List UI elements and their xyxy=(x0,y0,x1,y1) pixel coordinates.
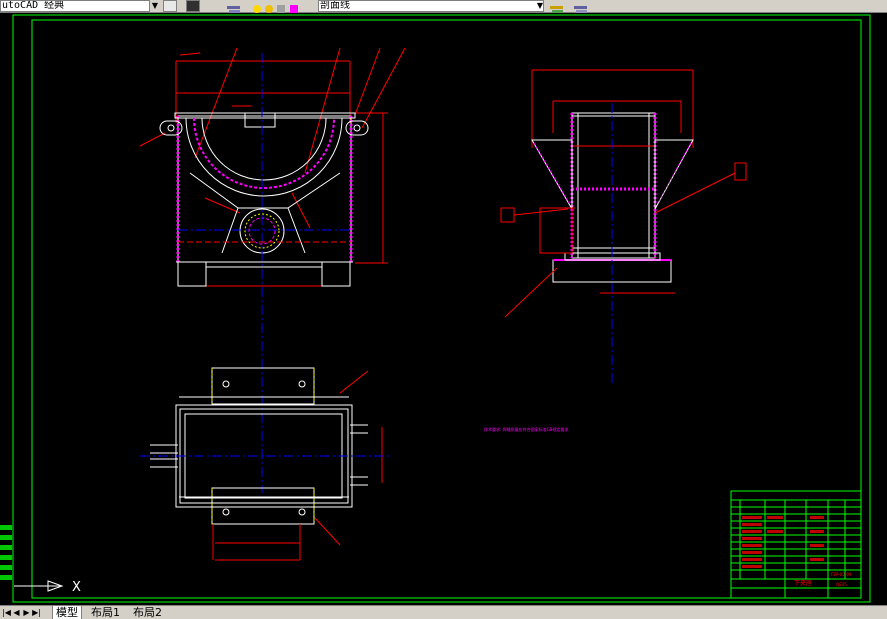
inner-frame xyxy=(31,19,862,599)
layer-manager-icon[interactable] xyxy=(226,0,242,13)
workspace-select[interactable]: utoCAD 经典 xyxy=(0,0,150,12)
next-tab-icon[interactable]: ▶ xyxy=(22,607,31,618)
layer-select[interactable]: 剖面线 xyxy=(318,0,544,12)
top-view xyxy=(140,367,390,561)
side-view xyxy=(500,69,747,383)
technical-note: 技术要求: 焊缝质量应符合国家标准GB规定要求 xyxy=(484,426,568,432)
title-block-material: Q235 xyxy=(836,582,847,587)
title-block: 下夹座 FZP-02-09 Q235 xyxy=(730,490,862,599)
layer-value: 剖面线 xyxy=(320,0,350,11)
workspace-value: utoCAD 经典 xyxy=(2,0,65,11)
layout-tab-bar: |◀ ◀ ▶ ▶| 模型 布局1 布局2 xyxy=(0,605,887,619)
ucs-icon: X xyxy=(14,580,81,595)
title-block-code: FZP-02-09 xyxy=(831,572,852,577)
first-tab-icon[interactable]: |◀ xyxy=(2,607,11,618)
lock-icon xyxy=(277,5,285,13)
last-tab-icon[interactable]: ▶| xyxy=(32,607,41,618)
toolbar: utoCAD 经典 ▼ 剖面线 ▼ xyxy=(0,0,887,13)
light-bulb-icon xyxy=(253,5,261,13)
drawing-canvas[interactable]: 技术要求: 焊缝质量应符合国家标准GB规定要求 下夹座 FZP-02-09 Q2… xyxy=(0,13,887,605)
make-current-layer-icon[interactable] xyxy=(548,0,566,13)
color-swatch-icon xyxy=(290,5,298,13)
tab-layout-2[interactable]: 布局2 xyxy=(130,606,165,619)
workspace-settings-icon[interactable] xyxy=(163,0,177,12)
workspace-save-icon[interactable] xyxy=(186,0,200,12)
sun-icon xyxy=(265,5,273,13)
layer-state-icons[interactable] xyxy=(252,0,312,13)
tab-layout-1[interactable]: 布局1 xyxy=(88,606,123,619)
layer-dropdown-icon[interactable]: ▼ xyxy=(535,0,545,12)
layer-previous-icon[interactable] xyxy=(572,0,590,13)
tab-model[interactable]: 模型 xyxy=(52,606,82,619)
cad-drawing: 技术要求: 焊缝质量应符合国家标准GB规定要求 下夹座 FZP-02-09 Q2… xyxy=(12,14,871,603)
title-block-name: 下夹座 xyxy=(794,579,812,587)
ucs-x-label: X xyxy=(72,580,81,595)
previous-tab-icon[interactable]: ◀ xyxy=(12,607,21,618)
workspace-dropdown-icon[interactable]: ▼ xyxy=(150,0,160,12)
